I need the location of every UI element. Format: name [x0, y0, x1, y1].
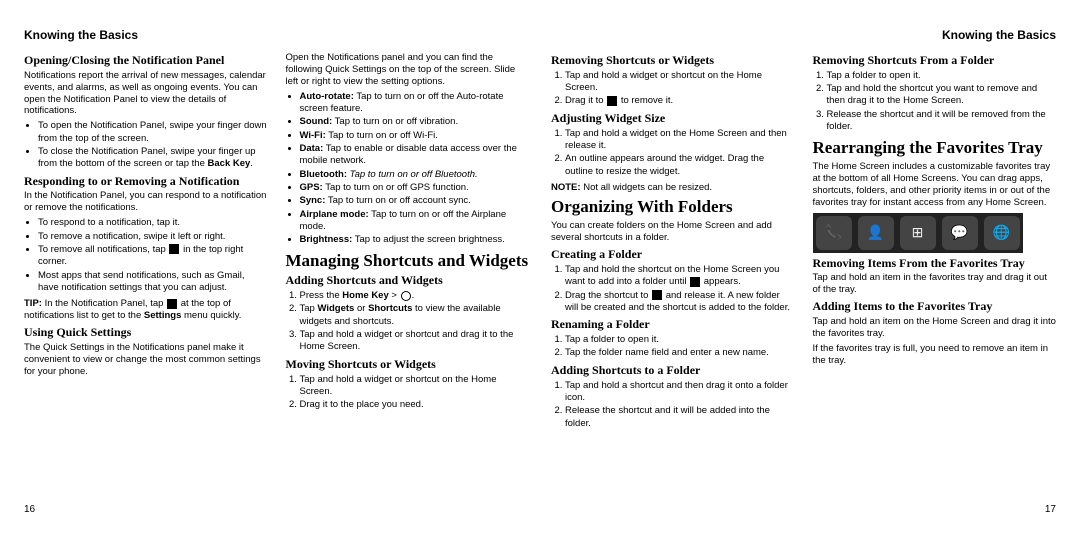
- folder-icon: [652, 290, 662, 300]
- list-item: Tap and hold the shortcut on the Home Sc…: [565, 264, 795, 289]
- h2-remove-fav: Removing Items From the Favorites Tray: [813, 257, 1057, 271]
- page-right: Knowing the Basics Removing Shortcuts or…: [551, 28, 1056, 515]
- list-item: Release the shortcut and it will be remo…: [827, 109, 1057, 134]
- list-item: Drag it to the place you need.: [300, 399, 530, 411]
- fav-contacts-icon: 👤: [858, 216, 894, 250]
- h2-renaming-folder: Renaming a Folder: [551, 318, 795, 332]
- h2-remove-from-folder: Removing Shortcuts From a Folder: [813, 54, 1057, 68]
- list-item: Tap and hold a widget or shortcut and dr…: [300, 329, 530, 354]
- fav-messages-icon: 💬: [942, 216, 978, 250]
- list-item: An outline appears around the widget. Dr…: [565, 153, 795, 178]
- col-l2: Open the Notifications panel and you can…: [286, 50, 530, 416]
- header-right: Knowing the Basics: [551, 28, 1056, 42]
- folder-icon: [690, 277, 700, 287]
- body-text: Open the Notifications panel and you can…: [286, 52, 530, 88]
- favorites-tray-image: 📞 👤 ⊞ 💬 🌐: [813, 213, 1023, 253]
- apps-icon: [401, 291, 411, 301]
- fav-browser-icon: 🌐: [984, 216, 1020, 250]
- list-item: To remove a notification, swipe it left …: [38, 231, 268, 243]
- list-item: Most apps that send notifications, such …: [38, 270, 268, 295]
- list-item: Drag it to to remove it.: [565, 95, 795, 107]
- h2-quick-settings: Using Quick Settings: [24, 326, 268, 340]
- cols-left: Opening/Closing the Notification Panel N…: [24, 50, 529, 416]
- tip-text: TIP: In the Notification Panel, tap at t…: [24, 298, 268, 322]
- fav-apps-icon: ⊞: [900, 216, 936, 250]
- h1-organizing-folders: Organizing With Folders: [551, 197, 795, 217]
- list-item: Tap the folder name field and enter a ne…: [565, 347, 795, 359]
- h1-rearranging-favorites: Rearranging the Favorites Tray: [813, 138, 1057, 158]
- h2-creating-folder: Creating a Folder: [551, 248, 795, 262]
- list-item: Wi-Fi: Tap to turn on or off Wi-Fi.: [300, 130, 530, 142]
- list-item: Sync: Tap to turn on or off account sync…: [300, 195, 530, 207]
- page-number-left: 16: [24, 504, 35, 515]
- col-l1: Opening/Closing the Notification Panel N…: [24, 50, 268, 416]
- list-item: Sound: Tap to turn on or off vibration.: [300, 116, 530, 128]
- list-item: To open the Notification Panel, swipe yo…: [38, 120, 268, 145]
- body-text: You can create folders on the Home Scree…: [551, 220, 795, 244]
- list-item: Data: Tap to enable or disable data acce…: [300, 143, 530, 168]
- list-item: GPS: Tap to turn on or off GPS function.: [300, 182, 530, 194]
- h2-adjust-widget: Adjusting Widget Size: [551, 112, 795, 126]
- h2-adding-shortcuts: Adding Shortcuts and Widgets: [286, 274, 530, 288]
- h2-respond-remove-notif: Responding to or Removing a Notification: [24, 175, 268, 189]
- col-r2: Removing Shortcuts From a Folder Tap a f…: [813, 50, 1057, 434]
- page-left: Knowing the Basics Opening/Closing the N…: [24, 28, 529, 515]
- h2-removing-shortcuts: Removing Shortcuts or Widgets: [551, 54, 795, 68]
- list-item: Tap and hold a widget or shortcut on the…: [565, 70, 795, 95]
- body-text: The Quick Settings in the Notifications …: [24, 342, 268, 378]
- h2-add-to-folder: Adding Shortcuts to a Folder: [551, 364, 795, 378]
- list-item: To remove all notifications, tap in the …: [38, 244, 268, 269]
- page-number-right: 17: [1045, 504, 1056, 515]
- list-item: Tap and hold a widget on the Home Screen…: [565, 128, 795, 153]
- col-r1: Removing Shortcuts or Widgets Tap and ho…: [551, 50, 795, 434]
- list-item: Tap a folder to open it.: [827, 70, 1057, 82]
- settings-icon: [167, 299, 177, 309]
- list-item: Brightness: Tap to adjust the screen bri…: [300, 234, 530, 246]
- list-item: Tap and hold a shortcut and then drag it…: [565, 380, 795, 405]
- list-item: Tap a folder to open it.: [565, 334, 795, 346]
- list-item: Press the Home Key > .: [300, 290, 530, 302]
- body-text: Tap and hold an item on the Home Screen …: [813, 316, 1057, 340]
- body-text: Notifications report the arrival of new …: [24, 70, 268, 118]
- trash-icon: [607, 96, 617, 106]
- body-text: In the Notification Panel, you can respo…: [24, 190, 268, 214]
- list-item: Bluetooth: Tap to turn on or off Bluetoo…: [300, 169, 530, 181]
- list-item: To respond to a notification, tap it.: [38, 217, 268, 229]
- note-text: NOTE: Not all widgets can be resized.: [551, 182, 795, 194]
- list-item: Tap and hold the shortcut you want to re…: [827, 83, 1057, 108]
- cols-right: Removing Shortcuts or Widgets Tap and ho…: [551, 50, 1056, 434]
- fav-phone-icon: 📞: [816, 216, 852, 250]
- list-item: Airplane mode: Tap to turn on or off the…: [300, 209, 530, 234]
- body-text: The Home Screen includes a customizable …: [813, 161, 1057, 209]
- list-item: Tap and hold a widget or shortcut on the…: [300, 374, 530, 399]
- list-item: Auto-rotate: Tap to turn on or off the A…: [300, 91, 530, 116]
- h1-managing-shortcuts: Managing Shortcuts and Widgets: [286, 251, 530, 271]
- remove-all-icon: [169, 244, 179, 254]
- header-left: Knowing the Basics: [24, 28, 529, 42]
- h2-add-fav: Adding Items to the Favorites Tray: [813, 300, 1057, 314]
- h2-open-close-notif: Opening/Closing the Notification Panel: [24, 54, 268, 68]
- body-text: Tap and hold an item in the favorites tr…: [813, 272, 1057, 296]
- h2-moving-shortcuts: Moving Shortcuts or Widgets: [286, 358, 530, 372]
- list-item: Tap Widgets or Shortcuts to view the ava…: [300, 303, 530, 328]
- list-item: Release the shortcut and it will be adde…: [565, 405, 795, 430]
- doc-spread: Knowing the Basics Opening/Closing the N…: [0, 0, 1080, 539]
- list-item: To close the Notification Panel, swipe y…: [38, 146, 268, 171]
- body-text: If the favorites tray is full, you need …: [813, 343, 1057, 367]
- list-item: Drag the shortcut to and release it. A n…: [565, 290, 795, 315]
